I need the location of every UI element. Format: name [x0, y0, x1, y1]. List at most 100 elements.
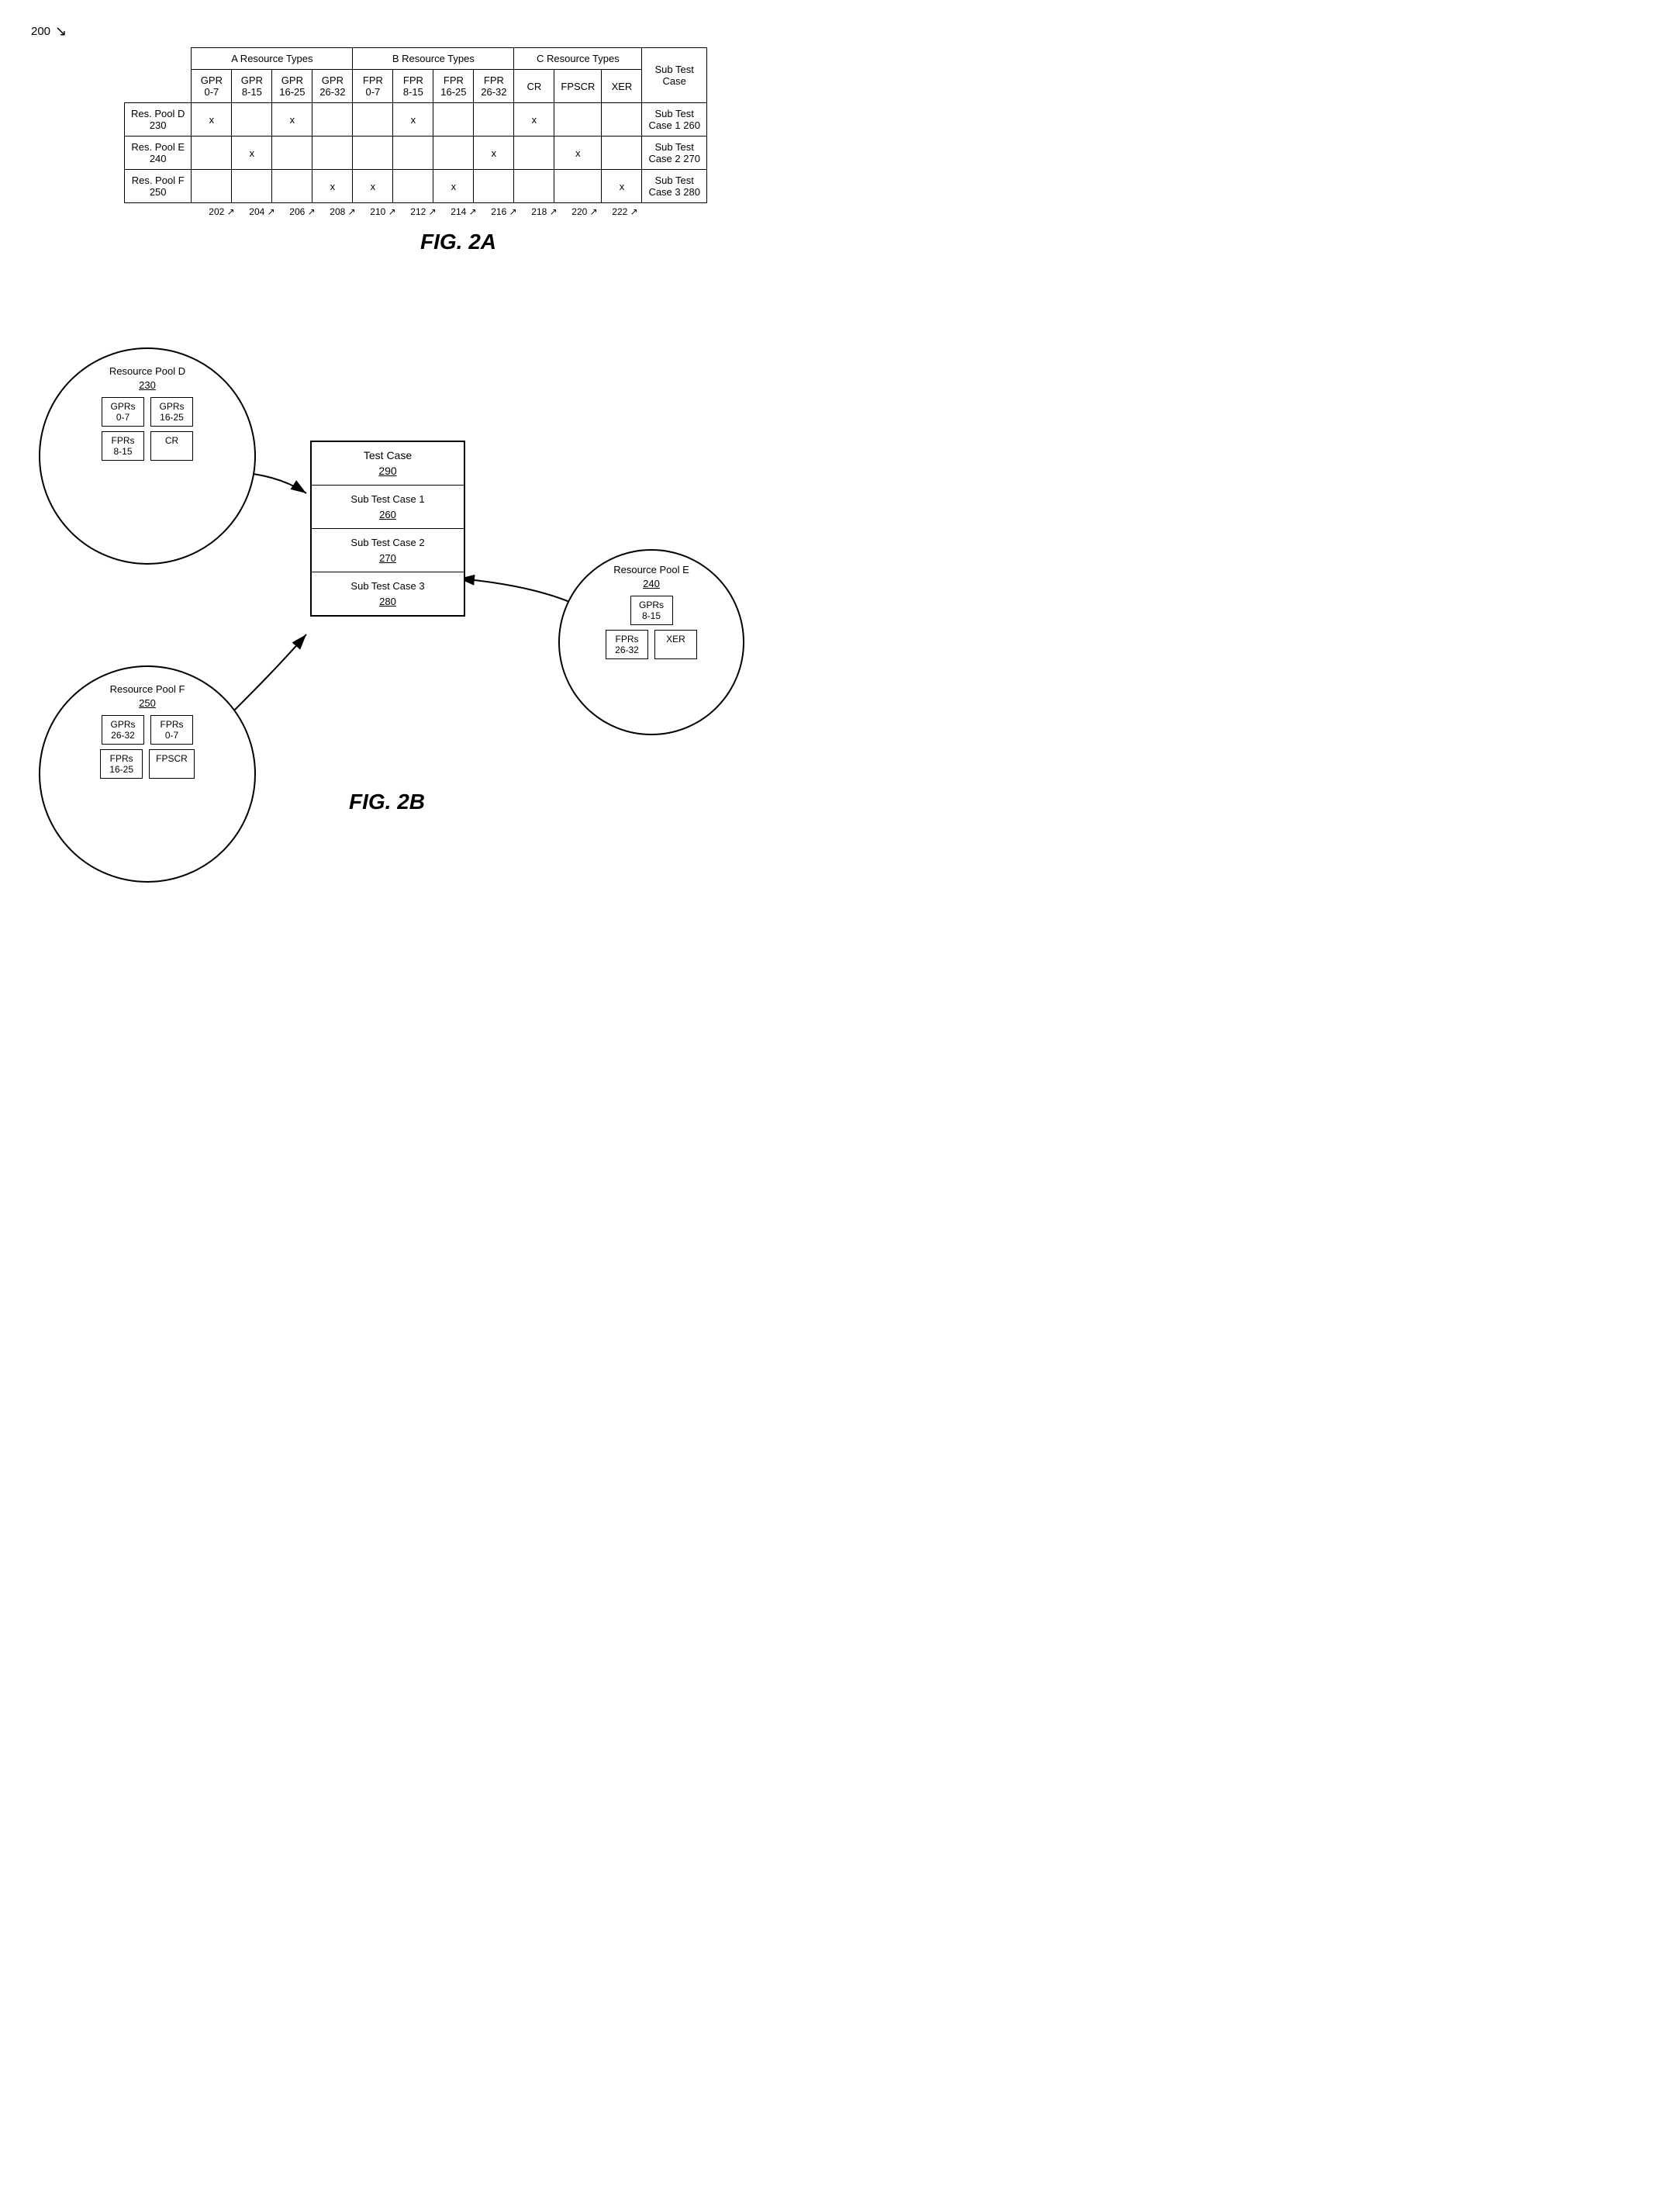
fig-label: 200	[31, 25, 50, 38]
pool-e-row1: GPRs8-15	[569, 596, 734, 625]
pool-f-circle: Resource Pool F250 GPRs26-32 FPRs0-7 FPR…	[39, 665, 256, 883]
cell-e-gpr1625	[272, 137, 312, 170]
group-a-header: A Resource Types	[192, 48, 353, 70]
cell-e-fpr07	[353, 137, 393, 170]
col-id-222: 222 ↗	[605, 206, 645, 217]
cell-f-fpr1625: x	[433, 170, 474, 203]
pool-e-label: Res. Pool E240	[125, 137, 192, 170]
test-case-box: Test Case290 Sub Test Case 1260 Sub Test…	[310, 441, 465, 617]
cell-d-fpr815: x	[393, 103, 433, 137]
pool-d-circle-label: Resource Pool D230	[52, 365, 243, 392]
col-id-210: 210 ↗	[363, 206, 403, 217]
col-id-202: 202 ↗	[202, 206, 242, 217]
pool-d-gprs-1625: GPRs16-25	[150, 397, 193, 427]
cell-f-gpr815	[232, 170, 272, 203]
cell-e-fpscr: x	[554, 137, 602, 170]
cell-f-gpr1625	[272, 170, 312, 203]
cell-f-gpr07	[192, 170, 232, 203]
pool-f-fprs-1625: FPRs16-25	[100, 749, 143, 779]
cell-d-gpr07: x	[192, 103, 232, 137]
col-fpr-0-7: FPR0-7	[353, 70, 393, 103]
sub-test-3-row: Sub Test Case 3280	[312, 572, 464, 615]
sub-test-2-row: Sub Test Case 2270	[312, 529, 464, 572]
pool-e-circle-label: Resource Pool E240	[569, 563, 734, 591]
pool-d-row2: FPRs8-15 CR	[52, 431, 243, 461]
cell-f-fpr2632	[474, 170, 514, 203]
group-c-header: C Resource Types	[514, 48, 642, 70]
cell-f-cr	[514, 170, 554, 203]
cell-f-subtest: Sub TestCase 3 280	[642, 170, 707, 203]
col-id-214: 214 ↗	[444, 206, 484, 217]
fig2a: 200 ↘ A Resource Types B Resource Types …	[31, 23, 823, 254]
column-id-labels: 202 ↗ 204 ↗ 206 ↗ 208 ↗ 210 ↗ 212 ↗ 214 …	[124, 206, 823, 217]
cell-d-cr: x	[514, 103, 554, 137]
sub-test-case-header: Sub TestCase	[642, 48, 707, 103]
table-row: Res. Pool D230 x x x x Sub TestCase 1 26…	[125, 103, 707, 137]
col-id-204: 204 ↗	[242, 206, 282, 217]
cell-d-gpr1625: x	[272, 103, 312, 137]
pool-e-row2: FPRs26-32 XER	[569, 630, 734, 659]
group-b-header: B Resource Types	[353, 48, 514, 70]
cell-d-fpr2632	[474, 103, 514, 137]
pool-d-row1: GPRs0-7 GPRs16-25	[52, 397, 243, 427]
pool-e-gprs-815: GPRs8-15	[630, 596, 673, 625]
col-id-216: 216 ↗	[484, 206, 524, 217]
pool-f-fprs-07: FPRs0-7	[150, 715, 193, 745]
col-gpr-26-32: GPR26-32	[312, 70, 353, 103]
fig2a-table-wrapper: A Resource Types B Resource Types C Reso…	[124, 47, 823, 217]
cell-e-xer	[602, 137, 642, 170]
test-case-header: Test Case290	[312, 442, 464, 486]
pool-e-xer: XER	[654, 630, 697, 659]
pool-f-row1: GPRs26-32 FPRs0-7	[52, 715, 243, 745]
pool-d-cr: CR	[150, 431, 193, 461]
cell-e-fpr2632: x	[474, 137, 514, 170]
col-xer: XER	[602, 70, 642, 103]
fig2b-title: FIG. 2B	[349, 790, 425, 814]
cell-e-gpr815: x	[232, 137, 272, 170]
pool-d-fprs-815: FPRs8-15	[102, 431, 144, 461]
col-id-218: 218 ↗	[524, 206, 565, 217]
cell-f-fpscr	[554, 170, 602, 203]
pool-d-gprs-07: GPRs0-7	[102, 397, 144, 427]
cell-e-fpr815	[393, 137, 433, 170]
cell-d-fpscr	[554, 103, 602, 137]
col-gpr-16-25: GPR16-25	[272, 70, 312, 103]
col-id-206: 206 ↗	[282, 206, 323, 217]
pool-d-circle: Resource Pool D230 GPRs0-7 GPRs16-25 FPR…	[39, 347, 256, 565]
fig2b: Resource Pool D230 GPRs0-7 GPRs16-25 FPR…	[16, 285, 822, 890]
pool-f-fpscr: FPSCR	[149, 749, 195, 779]
resource-table: A Resource Types B Resource Types C Reso…	[124, 47, 707, 203]
cell-f-gpr2632: x	[312, 170, 353, 203]
pool-e-circle: Resource Pool E240 GPRs8-15 FPRs26-32 XE…	[558, 549, 744, 735]
cell-e-subtest: Sub TestCase 2 270	[642, 137, 707, 170]
fig2a-title: FIG. 2A	[93, 230, 823, 254]
pool-e-fprs-2632: FPRs26-32	[606, 630, 648, 659]
pool-d-label: Res. Pool D230	[125, 103, 192, 137]
cell-e-fpr1625	[433, 137, 474, 170]
col-fpr-26-32: FPR26-32	[474, 70, 514, 103]
cell-d-subtest: Sub TestCase 1 260	[642, 103, 707, 137]
col-gpr-0-7: GPR0-7	[192, 70, 232, 103]
pool-f-label: Res. Pool F250	[125, 170, 192, 203]
pool-f-row2: FPRs16-25 FPSCR	[52, 749, 243, 779]
table-row: Res. Pool F250 x x x x Sub TestCase 3 28…	[125, 170, 707, 203]
pool-f-circle-label: Resource Pool F250	[52, 683, 243, 710]
cell-f-xer: x	[602, 170, 642, 203]
cell-d-fpr1625	[433, 103, 474, 137]
col-id-212: 212 ↗	[403, 206, 444, 217]
fig-arrow-icon: ↘	[55, 23, 67, 40]
cell-e-cr	[514, 137, 554, 170]
cell-f-fpr815	[393, 170, 433, 203]
cell-f-fpr07: x	[353, 170, 393, 203]
col-gpr-8-15: GPR8-15	[232, 70, 272, 103]
col-id-220: 220 ↗	[565, 206, 605, 217]
col-cr: CR	[514, 70, 554, 103]
cell-e-gpr2632	[312, 137, 353, 170]
pool-f-gprs-2632: GPRs26-32	[102, 715, 144, 745]
cell-d-xer	[602, 103, 642, 137]
cell-d-gpr2632	[312, 103, 353, 137]
sub-test-1-row: Sub Test Case 1260	[312, 486, 464, 529]
cell-d-fpr07	[353, 103, 393, 137]
cell-d-gpr815	[232, 103, 272, 137]
col-fpr-8-15: FPR8-15	[393, 70, 433, 103]
